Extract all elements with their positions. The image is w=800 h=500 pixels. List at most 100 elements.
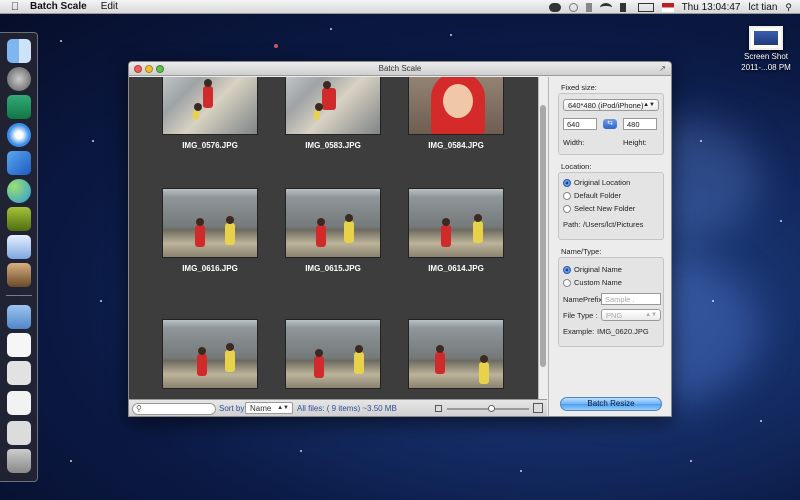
trash-icon[interactable] bbox=[7, 449, 31, 473]
name-prefix-field[interactable]: Sample . bbox=[601, 293, 661, 305]
photo-filename: IMG_0615.JPG bbox=[305, 264, 361, 273]
file-type-select[interactable]: PNG ▲▼ bbox=[601, 309, 661, 321]
photo-thumbnail[interactable]: IMG_0583.JPG bbox=[285, 77, 381, 150]
photo-image bbox=[408, 319, 504, 389]
radio-label: Original Name bbox=[574, 265, 622, 274]
volume-icon[interactable] bbox=[619, 2, 630, 12]
desktop-file-screenshot[interactable]: Screen Shot 2011-...08 PM bbox=[740, 26, 792, 72]
file-summary: All files: ( 9 items) ~3.50 MB bbox=[297, 404, 397, 413]
thumbnail-size-slider[interactable] bbox=[447, 405, 529, 412]
browser-scrollbar[interactable] bbox=[538, 77, 547, 399]
stepper-arrows-icon: ▲▼ bbox=[645, 312, 657, 318]
radio-label: Custom Name bbox=[574, 278, 622, 287]
photo-thumbnail[interactable]: IMG_0615.JPG bbox=[285, 188, 381, 273]
apple-menu-icon[interactable]:  bbox=[0, 1, 30, 13]
radio-selected-icon bbox=[563, 265, 571, 274]
disk-utility-icon[interactable] bbox=[7, 235, 31, 259]
photo-thumbnail[interactable]: IMG_0614.JPG bbox=[408, 188, 504, 273]
stepper-arrows-icon: ▲▼ bbox=[643, 102, 655, 108]
size-preset-select[interactable]: 640*480 (iPod/iPhone) ▲▼ bbox=[563, 99, 659, 111]
zoom-in-icon[interactable] bbox=[533, 403, 543, 413]
photo-thumbnail[interactable]: IMG_0576.JPG bbox=[162, 77, 258, 150]
close-button[interactable] bbox=[134, 65, 142, 73]
size-preset-value: 640*480 (iPod/iPhone) bbox=[568, 101, 644, 110]
minimize-button[interactable] bbox=[145, 65, 153, 73]
clock[interactable]: Thu 13:04:47 bbox=[682, 2, 741, 13]
image-browser[interactable]: IMG_0576.JPG IMG_0583.JPG IMG_0584.JPG I… bbox=[129, 77, 547, 399]
finder-icon[interactable] bbox=[7, 39, 31, 63]
window-preview-icon[interactable] bbox=[7, 391, 31, 415]
photo-filename: IMG_0583.JPG bbox=[305, 141, 361, 150]
dock bbox=[0, 32, 38, 482]
desktop-file-label-line2: 2011-...08 PM bbox=[741, 63, 791, 72]
radio-unselected-icon bbox=[563, 204, 571, 213]
photo-thumbnail[interactable]: IMG_0616.JPG bbox=[162, 188, 258, 273]
sort-by-label: Sort by: bbox=[219, 404, 247, 413]
file-type-label: File Type : bbox=[563, 311, 598, 320]
photo-image bbox=[285, 77, 381, 135]
activity-monitor-icon[interactable] bbox=[7, 95, 31, 119]
fullscreen-icon[interactable]: ↗ bbox=[659, 64, 666, 73]
photo-filename: IMG_0576.JPG bbox=[182, 141, 238, 150]
network-utility-icon[interactable] bbox=[7, 207, 31, 231]
photo-thumbnail[interactable] bbox=[408, 319, 504, 389]
document-stack-icon[interactable] bbox=[7, 361, 31, 385]
spotlight-icon[interactable]: ⚲ bbox=[785, 2, 792, 13]
photo-image bbox=[285, 188, 381, 258]
radio-unselected-icon bbox=[563, 278, 571, 287]
radio-original-name[interactable]: Original Name bbox=[563, 265, 622, 274]
photo-filename: IMG_0616.JPG bbox=[182, 264, 238, 273]
radio-select-new-folder[interactable]: Select New Folder bbox=[563, 204, 635, 213]
zoom-out-icon[interactable] bbox=[435, 405, 442, 412]
fixed-size-box: 640*480 (iPod/iPhone) ▲▼ 640 ⇆ 480 Width… bbox=[558, 93, 664, 155]
launchpad-icon[interactable] bbox=[7, 67, 31, 91]
user-name[interactable]: lct tian bbox=[749, 2, 778, 13]
wifi-icon[interactable] bbox=[599, 2, 612, 12]
name-prefix-label: NamePrefix: bbox=[563, 295, 605, 304]
photo-image bbox=[162, 319, 258, 389]
slider-knob[interactable] bbox=[488, 405, 496, 412]
fixed-size-title: Fixed size: bbox=[561, 83, 597, 92]
icns-file-icon[interactable] bbox=[7, 333, 31, 357]
location-title: Location: bbox=[561, 162, 592, 171]
photo-thumbnail[interactable] bbox=[162, 319, 258, 389]
cloud-icon[interactable] bbox=[548, 2, 561, 12]
link-aspect-icon[interactable]: ⇆ bbox=[603, 119, 617, 129]
battery-icon[interactable] bbox=[637, 2, 654, 12]
time-machine-icon[interactable] bbox=[568, 2, 578, 12]
scrollbar-thumb[interactable] bbox=[540, 105, 546, 367]
batch-resize-button[interactable]: Batch Resize bbox=[560, 397, 662, 411]
bluetooth-icon[interactable] bbox=[585, 2, 592, 12]
radio-original-location[interactable]: Original Location bbox=[563, 178, 630, 187]
sort-by-value: Name bbox=[250, 404, 272, 413]
height-field[interactable]: 480 bbox=[623, 118, 657, 130]
safari-icon[interactable] bbox=[7, 123, 31, 147]
app-menu[interactable]: Batch Scale bbox=[30, 1, 87, 12]
batch-scale-icon[interactable] bbox=[7, 263, 31, 287]
search-icon: ⚲ bbox=[136, 404, 142, 413]
radio-custom-name[interactable]: Custom Name bbox=[563, 278, 622, 287]
search-input[interactable]: ⚲ bbox=[132, 403, 216, 415]
photo-thumbnail[interactable] bbox=[285, 319, 381, 389]
browser-bottom-bar: ⚲ Sort by: Name ▲▼ All files: ( 9 items)… bbox=[129, 399, 547, 416]
sort-by-select[interactable]: Name ▲▼ bbox=[245, 402, 293, 414]
width-field[interactable]: 640 bbox=[563, 118, 597, 130]
downloads-stack-icon[interactable] bbox=[7, 421, 31, 445]
flag-icon[interactable] bbox=[661, 2, 674, 12]
title-bar[interactable]: Batch Scale ↗ bbox=[129, 62, 671, 76]
path-value: /Users/lct/Pictures bbox=[583, 220, 644, 229]
dock-separator bbox=[6, 295, 32, 296]
radio-unselected-icon bbox=[563, 191, 571, 200]
radio-default-folder[interactable]: Default Folder bbox=[563, 191, 621, 200]
screenshot-file-icon bbox=[749, 26, 783, 50]
applications-folder-icon[interactable] bbox=[7, 305, 31, 329]
photo-filename: IMG_0614.JPG bbox=[428, 264, 484, 273]
photo-thumbnail[interactable]: IMG_0584.JPG bbox=[408, 77, 504, 150]
zoom-button[interactable] bbox=[156, 65, 164, 73]
stepper-arrows-icon: ▲▼ bbox=[277, 405, 289, 411]
photo-image bbox=[162, 77, 258, 135]
edit-menu[interactable]: Edit bbox=[101, 1, 118, 12]
messenger-icon[interactable] bbox=[7, 179, 31, 203]
xcode-icon[interactable] bbox=[7, 151, 31, 175]
photo-image bbox=[285, 319, 381, 389]
